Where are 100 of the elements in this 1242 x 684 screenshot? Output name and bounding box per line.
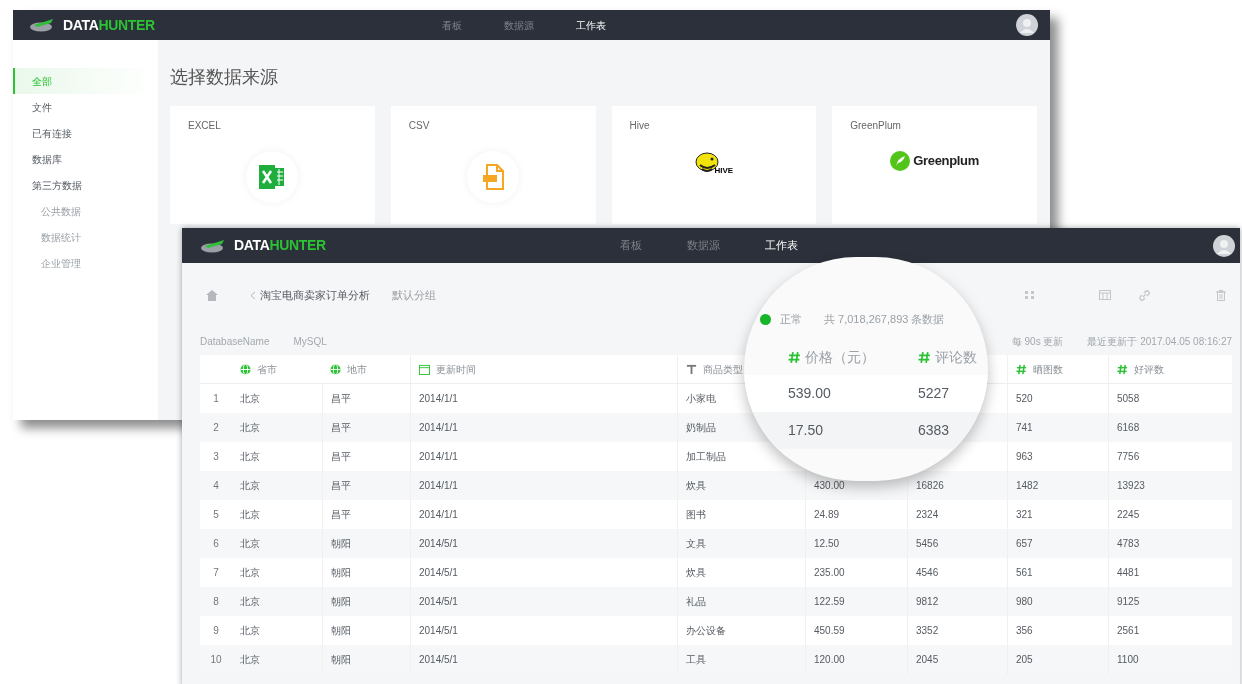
table-cell-text: 2014/1/1: [419, 421, 458, 435]
table-cell-text: 朝阳: [331, 624, 351, 638]
source-card[interactable]: Hive HIVE: [611, 106, 817, 224]
table-cell-text: 2014/1/1: [419, 392, 458, 406]
table-cell-text: 昌平: [331, 450, 351, 464]
table-cell-text: 963: [1016, 450, 1033, 464]
sidebar-item[interactable]: 数据库: [13, 146, 158, 172]
sidebar-item[interactable]: 第三方数据: [13, 172, 158, 198]
table-cell: 17.50: [788, 422, 824, 438]
table-cell-text: 北京: [240, 595, 260, 609]
table-cell-text: 北京: [240, 653, 260, 667]
trash-button[interactable]: [1216, 289, 1226, 301]
table-cell-text: 文具: [686, 537, 706, 551]
logo-text: Greenplum: [913, 152, 979, 171]
hash-icon: [788, 350, 801, 364]
table-cell-text: 加工制品: [686, 450, 726, 464]
table-cell-text: 980: [1016, 595, 1033, 609]
column-header[interactable]: 地市: [347, 361, 367, 377]
status-label: 正常: [780, 311, 802, 327]
table-cell: 6383: [918, 422, 950, 438]
sidebar-item[interactable]: 数据统计: [13, 224, 158, 250]
row-number: 9: [213, 624, 219, 638]
table-cell-text: 2014/5/1: [419, 566, 458, 580]
group-label: 默认分组: [392, 287, 436, 303]
table-cell: 539.00: [788, 385, 831, 401]
table-cell-text: 礼品: [686, 595, 706, 609]
sidebar-item[interactable]: 文件: [13, 94, 158, 120]
table-cell-text: 炊具: [686, 479, 706, 493]
table-cell-text: 北京: [240, 450, 260, 464]
back-button[interactable]: [250, 290, 256, 300]
table-cell-text: 北京: [240, 421, 260, 435]
table-cell-text: 430.00: [814, 479, 845, 493]
table-cell-text: 520: [1016, 392, 1033, 406]
table-cell-text: 2014/1/1: [419, 450, 458, 464]
table-cell-text: 5058: [1117, 392, 1140, 406]
engine-label: MySQL: [293, 334, 327, 349]
record-count: 共 7,018,267,893 条数据: [824, 311, 945, 327]
table-cell-text: 朝阳: [331, 653, 351, 667]
table-cell-text: 北京: [240, 624, 260, 638]
chevron-left-icon: [250, 290, 256, 300]
avatar-icon[interactable]: [1016, 14, 1038, 36]
row-number: 3: [213, 450, 219, 464]
nav-tab[interactable]: 看板: [442, 17, 462, 33]
column-header[interactable]: 商品类型: [703, 361, 743, 377]
source-card[interactable]: EXCEL: [170, 106, 375, 224]
card-title: GreenPlum: [850, 119, 902, 133]
table-cell-text: 4783: [1117, 537, 1140, 551]
table-cell-text: 657: [1016, 537, 1033, 551]
avatar-icon[interactable]: [1213, 234, 1235, 257]
table-cell-text: 工具: [686, 653, 706, 667]
table-cell-text: 2014/5/1: [419, 624, 458, 638]
table-cell-text: 图书: [686, 508, 706, 522]
column-header[interactable]: 晒图数: [1033, 361, 1063, 377]
worksheet-title: 淘宝电商卖家订单分析: [260, 287, 370, 303]
table-cell-text: 321: [1016, 508, 1033, 522]
table-cell-text: 2014/5/1: [419, 653, 458, 667]
hash-icon: [1117, 363, 1128, 375]
row-number: 4: [213, 479, 219, 493]
table-cell-text: 朝阳: [331, 537, 351, 551]
logo-text: DATAHUNTER: [63, 15, 155, 35]
grid-button[interactable]: [1025, 290, 1035, 300]
card-title: EXCEL: [188, 119, 222, 133]
source-card[interactable]: CSV: [390, 106, 596, 224]
column-header[interactable]: 更新时间: [436, 361, 476, 377]
table-cell-text: 办公设备: [686, 624, 726, 638]
link-button[interactable]: [1139, 289, 1150, 301]
table-cell-text: 12.50: [814, 537, 840, 551]
table-cell-text: 昌平: [331, 421, 351, 435]
column-header[interactable]: 好评数: [1134, 361, 1164, 377]
table-button[interactable]: [1099, 290, 1111, 300]
column-header[interactable]: 价格（元）: [805, 346, 875, 368]
table-cell-text: 450.59: [814, 624, 845, 638]
nav-tab[interactable]: 工作表: [765, 237, 798, 254]
logo-icon: [890, 151, 911, 171]
logo-text: DATAHUNTER: [234, 236, 326, 255]
nav-tab[interactable]: 看板: [620, 237, 642, 254]
table-cell-text: 奶制品: [686, 421, 716, 435]
globe-icon: [240, 363, 251, 375]
sidebar-item[interactable]: 企业管理: [13, 250, 158, 276]
column-header[interactable]: 评论数: [935, 346, 977, 368]
table-cell-text: 6168: [1117, 421, 1140, 435]
table-cell-text: 2014/5/1: [419, 595, 458, 609]
sidebar-item[interactable]: 公共数据: [13, 198, 158, 224]
table-cell-text: 昌平: [331, 392, 351, 406]
table-cell-text: 16826: [916, 479, 944, 493]
text-type-icon: [686, 363, 697, 375]
nav-tab[interactable]: 工作表: [576, 17, 606, 33]
table-cell-text: 1482: [1016, 479, 1039, 493]
sidebar-item[interactable]: 已有连接: [13, 120, 158, 146]
nav-tab[interactable]: 数据源: [504, 17, 534, 33]
home-button[interactable]: [206, 289, 218, 301]
logo-icon: [200, 238, 226, 253]
row-number: 7: [213, 566, 219, 580]
nav-tab[interactable]: 数据源: [687, 237, 720, 254]
column-header[interactable]: 省市: [257, 361, 277, 377]
table-cell-text: 741: [1016, 421, 1033, 435]
card-title: CSV: [408, 119, 431, 133]
source-card[interactable]: GreenPlum Greenplum: [832, 106, 1037, 224]
table-cell-text: 2561: [1117, 624, 1140, 638]
table-cell-text: 小家电: [686, 392, 716, 406]
